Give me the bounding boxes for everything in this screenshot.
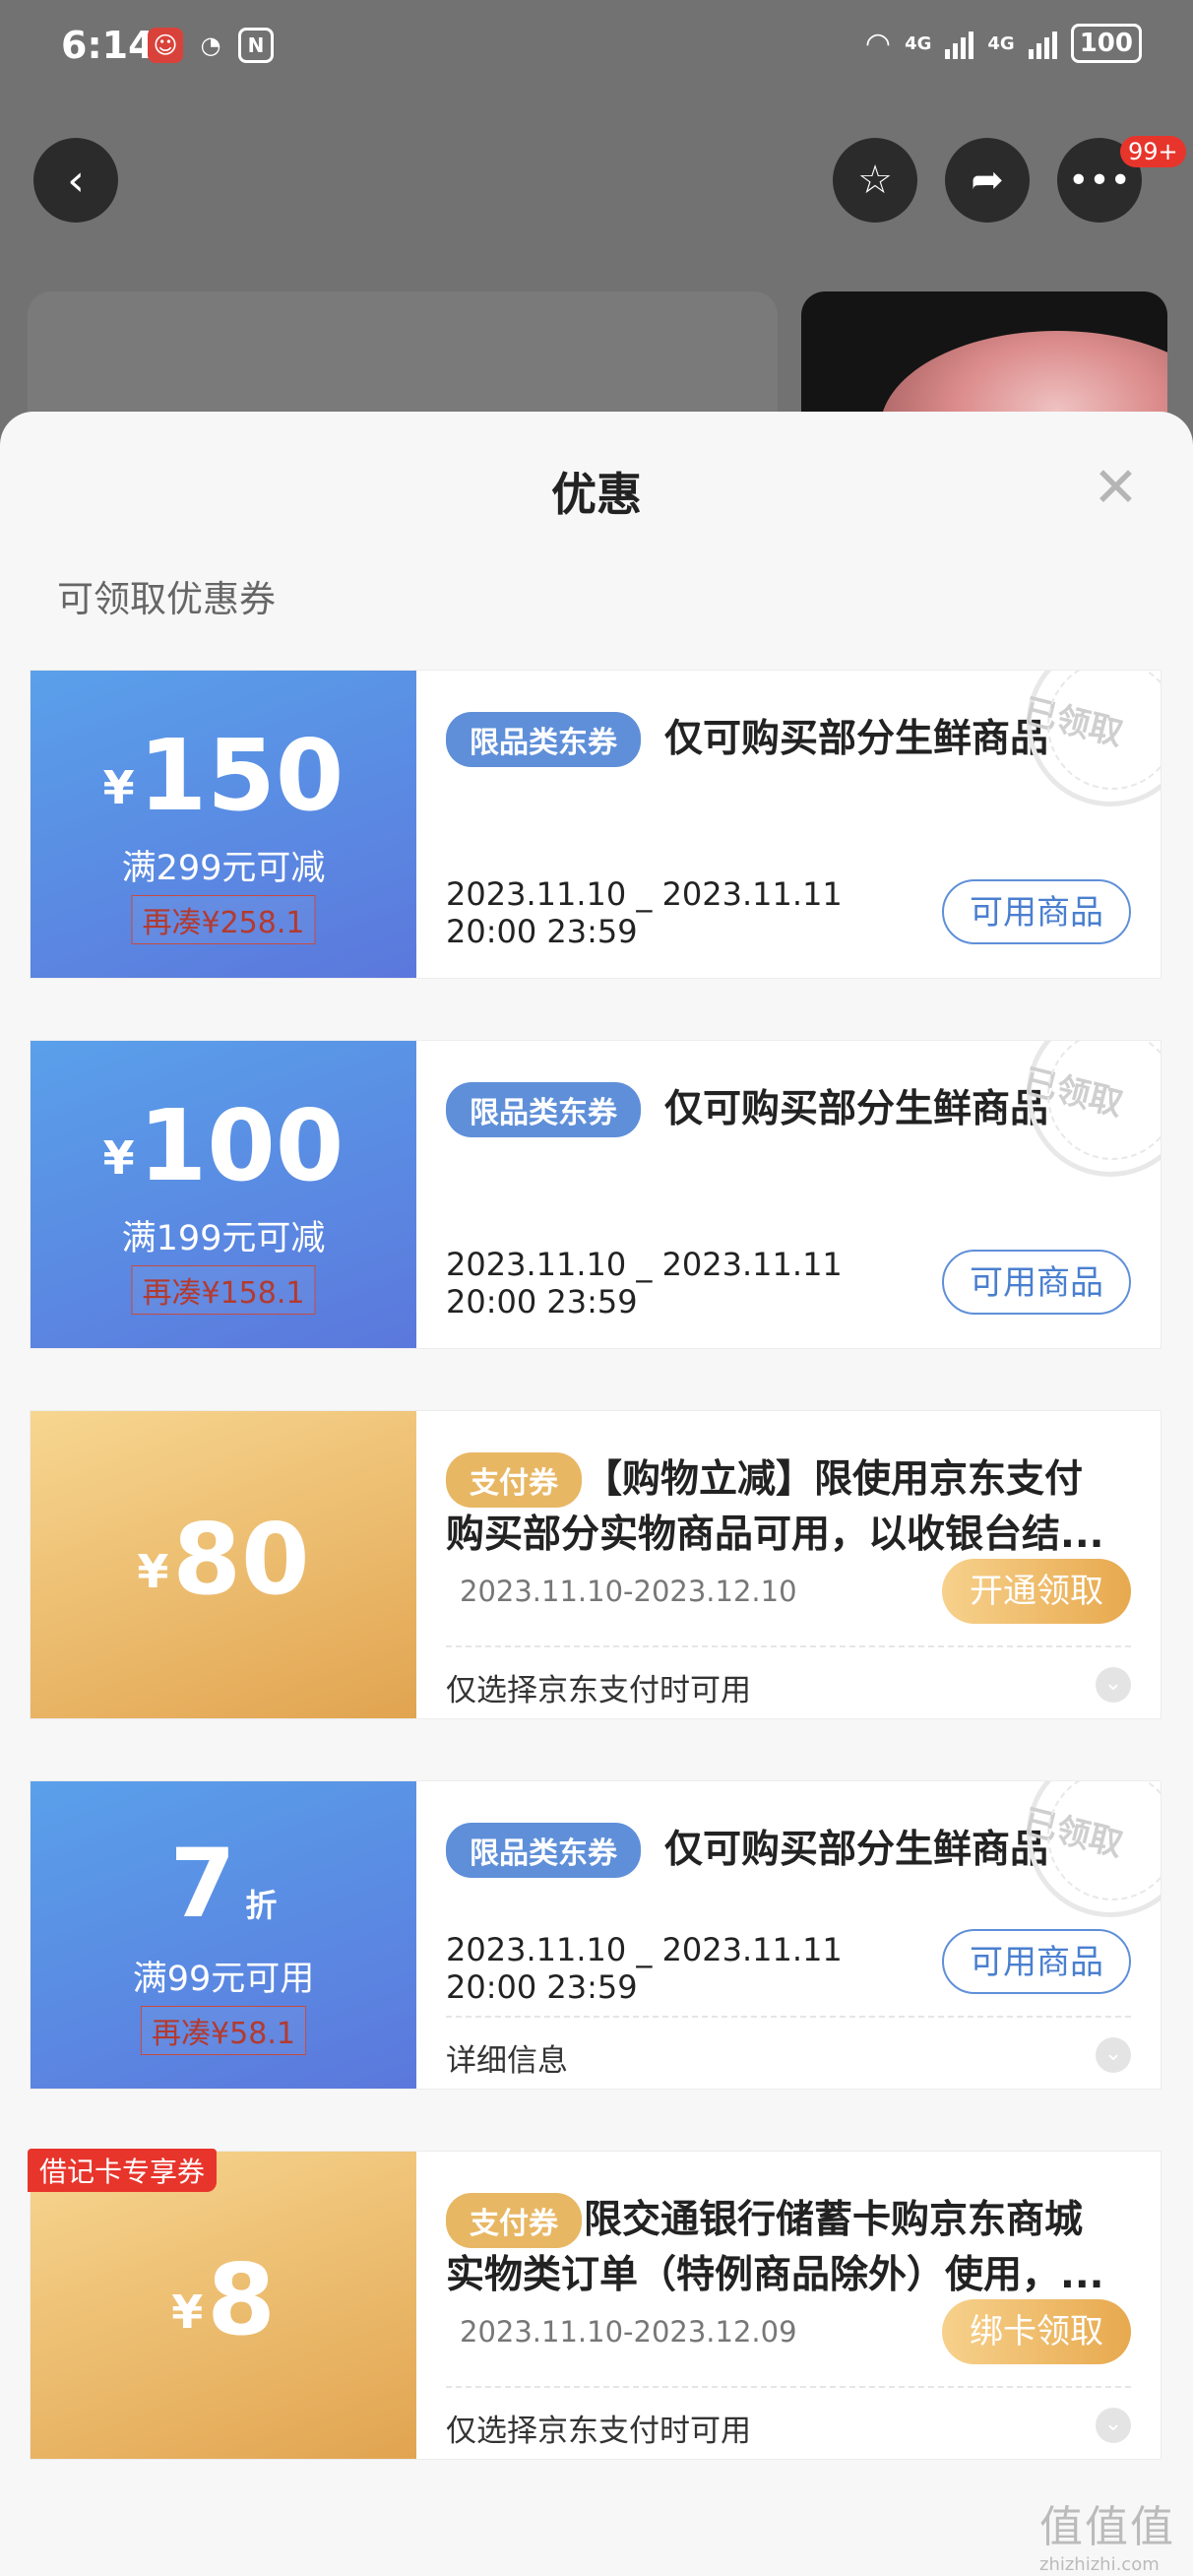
coupon-value-panel: ¥80 bbox=[31, 1411, 416, 1718]
battery-indicator: 100 bbox=[1070, 24, 1142, 63]
coupon-value-panel: 7折 满99元可用 再凑¥58.1 bbox=[31, 1781, 416, 2089]
coupon-details: 支付券 【购物立减】限使用京东支付 购买部分实物商品可用，以收银台结... 20… bbox=[416, 1411, 1161, 1718]
coupon-condition: 满299元可减 bbox=[121, 849, 326, 888]
signal-icon bbox=[945, 28, 974, 59]
coupon-dates: 2023.11.10 _ 2023.11.11 20:00 23:59 bbox=[446, 1246, 843, 1320]
coupon-note: 仅选择京东支付时可用 bbox=[446, 2414, 751, 2449]
activate-claim-button[interactable]: 开通领取 bbox=[942, 1559, 1131, 1624]
coupon-card: ¥8 支付券 限交通银行储蓄卡购京东商城 实物类订单（特例商品除外）使用，...… bbox=[30, 2151, 1162, 2460]
chevron-down-icon[interactable]: ⌄ bbox=[1096, 2408, 1131, 2443]
star-icon[interactable]: ☆ bbox=[833, 138, 917, 223]
coupon-title-line2: 实物类订单（特例商品除外）使用，... bbox=[446, 2253, 1104, 2297]
coupon-card: ¥100 满199元可减 再凑¥158.1 限品类东券 仅可购买部分生鲜商品 2… bbox=[30, 1040, 1162, 1349]
coupon-title: 限交通银行储蓄卡购京东商城 bbox=[584, 2198, 1084, 2242]
coupon-amount: ¥80 bbox=[137, 1502, 310, 1617]
coupon-amount: ¥100 bbox=[102, 1088, 345, 1203]
sheet-title: 优惠 bbox=[551, 468, 642, 521]
coupon-gap: 再凑¥258.1 bbox=[131, 895, 316, 944]
chevron-down-icon[interactable]: ⌄ bbox=[1096, 1667, 1131, 1703]
coupon-card: ¥80 支付券 【购物立减】限使用京东支付 购买部分实物商品可用，以收银台结..… bbox=[30, 1410, 1162, 1719]
coupon-title: 仅可购买部分生鲜商品 bbox=[664, 717, 1049, 761]
coupon-card: ¥150 满299元可减 再凑¥258.1 限品类东券 仅可购买部分生鲜商品 2… bbox=[30, 670, 1162, 979]
wifi-icon: ◠ bbox=[864, 26, 892, 61]
available-products-button[interactable]: 可用商品 bbox=[942, 1929, 1131, 1994]
section-title: 可领取优惠券 bbox=[57, 578, 276, 620]
coupon-tag: 限品类东券 bbox=[446, 1082, 641, 1137]
app-badge-icon: ☺ bbox=[148, 28, 183, 63]
coupon-amount: ¥150 bbox=[102, 718, 345, 833]
coupon-tag: 限品类东券 bbox=[446, 712, 641, 767]
back-arrow-icon[interactable]: ‹ bbox=[33, 138, 118, 223]
divider bbox=[446, 2386, 1131, 2388]
claimed-stamp: 已领取 bbox=[1020, 671, 1161, 806]
coupon-value-panel: ¥100 满199元可减 再凑¥158.1 bbox=[31, 1041, 416, 1348]
coupon-date: 2023.11.10-2023.12.10 bbox=[460, 1575, 797, 1608]
coupon-title: 仅可购买部分生鲜商品 bbox=[664, 1828, 1049, 1872]
chevron-down-icon[interactable]: ⌄ bbox=[1096, 2037, 1131, 2073]
coupon-note: 详细信息 bbox=[446, 2043, 568, 2079]
watermark-logo: 值值值 bbox=[1039, 2502, 1175, 2552]
coupon-condition: 满199元可减 bbox=[121, 1219, 326, 1258]
nfc-icon: N bbox=[238, 28, 274, 63]
coupon-details: 支付券 限交通银行储蓄卡购京东商城 实物类订单（特例商品除外）使用，... 20… bbox=[416, 2152, 1161, 2459]
status-time: 6:14 bbox=[61, 24, 155, 67]
coupon-title: 仅可购买部分生鲜商品 bbox=[664, 1087, 1049, 1131]
more-badge: 99+ bbox=[1120, 136, 1186, 167]
coupon-condition: 满99元可用 bbox=[132, 1960, 315, 1999]
coupon-tag: 限品类东券 bbox=[446, 1823, 641, 1878]
coupon-title-line2: 购买部分实物商品可用，以收银台结... bbox=[446, 1513, 1104, 1557]
coupon-dates: 2023.11.10 _ 2023.11.11 20:00 23:59 bbox=[446, 1931, 843, 2006]
coupon-title: 【购物立减】限使用京东支付 bbox=[584, 1457, 1084, 1502]
claimed-stamp: 已领取 bbox=[1020, 1781, 1161, 1917]
divider bbox=[446, 1645, 1131, 1647]
coupon-gap: 再凑¥58.1 bbox=[141, 2006, 306, 2055]
coupon-gap: 再凑¥158.1 bbox=[131, 1265, 316, 1315]
available-products-button[interactable]: 可用商品 bbox=[942, 879, 1131, 944]
status-app-icons: ☺ ◔ N bbox=[148, 28, 274, 63]
coupon-sheet: 优惠 ✕ 可领取优惠券 ¥150 满299元可减 再凑¥258.1 限品类东券 … bbox=[0, 412, 1193, 2576]
coupon-dates: 2023.11.10 _ 2023.11.11 20:00 23:59 bbox=[446, 875, 843, 950]
status-indicators: ◠ 4G 4G 100 bbox=[865, 24, 1142, 63]
signal-icon-2 bbox=[1028, 28, 1057, 59]
coupon-tag: 支付券 bbox=[446, 2193, 582, 2248]
coupon-details: 限品类东券 仅可购买部分生鲜商品 2023.11.10 _ 2023.11.11… bbox=[416, 1041, 1161, 1348]
available-products-button[interactable]: 可用商品 bbox=[942, 1250, 1131, 1315]
close-icon[interactable]: ✕ bbox=[1093, 461, 1139, 516]
coupon-date: 2023.11.10-2023.12.09 bbox=[460, 2315, 797, 2349]
coupon-tag: 支付券 bbox=[446, 1452, 582, 1508]
coupon-value-panel: ¥150 满299元可减 再凑¥258.1 bbox=[31, 671, 416, 978]
coupon-details: 限品类东券 仅可购买部分生鲜商品 2023.11.10 _ 2023.11.11… bbox=[416, 1781, 1161, 2089]
coupon-amount: 7折 bbox=[169, 1829, 278, 1939]
bind-card-claim-button[interactable]: 绑卡领取 bbox=[942, 2299, 1131, 2364]
coupon-details: 限品类东券 仅可购买部分生鲜商品 2023.11.10 _ 2023.11.11… bbox=[416, 671, 1161, 978]
watermark: 值值值 zhizhizhi.com bbox=[1039, 2491, 1175, 2575]
network-label-1: 4G bbox=[905, 32, 932, 54]
divider bbox=[446, 2016, 1131, 2018]
coupon-value-panel: ¥8 bbox=[31, 2152, 416, 2459]
watermark-url: zhizhizhi.com bbox=[1039, 2554, 1160, 2575]
claimed-stamp: 已领取 bbox=[1020, 1041, 1161, 1177]
status-bar: 6:14 ☺ ◔ N ◠ 4G 4G 100 bbox=[0, 0, 1193, 98]
speedometer-icon: ◔ bbox=[200, 32, 221, 59]
debit-card-exclusive-tag: 借记卡专享券 bbox=[28, 2149, 218, 2192]
coupon-note: 仅选择京东支付时可用 bbox=[446, 1673, 751, 1708]
coupon-amount: ¥8 bbox=[171, 2242, 276, 2357]
network-label-2: 4G bbox=[987, 32, 1015, 54]
coupon-card: 7折 满99元可用 再凑¥58.1 限品类东券 仅可购买部分生鲜商品 2023.… bbox=[30, 1780, 1162, 2090]
share-icon[interactable]: ➦ bbox=[945, 138, 1030, 223]
